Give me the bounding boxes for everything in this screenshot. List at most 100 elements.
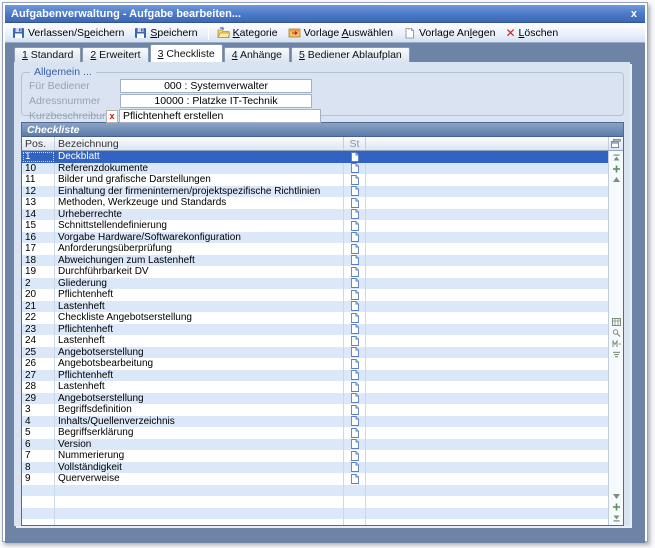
row-status (344, 485, 366, 497)
table-row[interactable]: 9 Querverweise (22, 473, 608, 485)
empty-row[interactable] (22, 485, 608, 497)
row-bezeichnung: Lastenheft (55, 381, 344, 393)
scroll-down-icon[interactable] (612, 492, 621, 500)
row-status (344, 197, 366, 209)
row-bezeichnung: Bilder und grafische Darstellungen (55, 174, 344, 186)
document-icon (351, 462, 359, 472)
empty-row[interactable] (22, 496, 608, 508)
row-pos: 7 (22, 450, 55, 462)
delete-button[interactable]: ✕ Löschen (502, 26, 563, 40)
row-pos: 25 (22, 347, 55, 359)
document-icon (351, 255, 359, 265)
row-pos (22, 485, 55, 497)
search-icon[interactable] (612, 329, 621, 337)
row-pos: 13 (22, 197, 55, 209)
document-icon (351, 244, 359, 254)
table-row[interactable]: 20 Pflichtenheft (22, 289, 608, 301)
scroll-up-icon[interactable] (612, 176, 621, 184)
table-row[interactable]: 28 Lastenheft (22, 381, 608, 393)
table-row[interactable]: 25 Angebotserstellung (22, 347, 608, 359)
row-pos: 5 (22, 427, 55, 439)
row-bezeichnung: Gliederung (55, 278, 344, 290)
empty-row[interactable] (22, 519, 608, 525)
table-row[interactable]: 11 Bilder und grafische Darstellungen (22, 174, 608, 186)
table-row[interactable]: 22 Checkliste Angebotserstellung (22, 312, 608, 324)
row-bezeichnung: Inhalts/Quellenverzeichnis (55, 416, 344, 428)
memo-icon[interactable] (612, 340, 621, 348)
table-row[interactable]: 29 Angebotserstellung (22, 393, 608, 405)
sort-icon[interactable] (612, 351, 621, 359)
table-row[interactable]: 21 Lastenheft (22, 301, 608, 313)
close-button[interactable]: x (631, 6, 637, 22)
table-row[interactable]: 2 Gliederung (22, 278, 608, 290)
row-status (344, 416, 366, 428)
kurzbeschreibung-field[interactable]: Pflichtenheft erstellen (119, 109, 321, 123)
table-row[interactable]: 8 Vollständigkeit (22, 462, 608, 474)
save-button[interactable]: Speichern (131, 26, 202, 40)
fuer-bediener-field[interactable]: 000 : Systemverwalter (120, 79, 312, 93)
document-icon (351, 313, 359, 323)
column-chooser-icon (611, 139, 621, 148)
row-pos: 27 (22, 370, 55, 382)
tab-bediener-ablaufplan[interactable]: 5 Bediener Ablaufplan (291, 47, 410, 62)
table-row[interactable]: 18 Abweichungen zum Lastenheft (22, 255, 608, 267)
table-row[interactable]: 4 Inhalts/Quellenverzeichnis (22, 416, 608, 428)
table-row[interactable]: 17 Anforderungsüberprüfung (22, 243, 608, 255)
row-pos: 4 (22, 416, 55, 428)
row-bezeichnung (55, 485, 344, 497)
tab-checkliste[interactable]: 3 Checkliste (150, 44, 223, 62)
table-row[interactable]: 14 Urheberrechte (22, 209, 608, 221)
table-row[interactable]: 12 Einhaltung der firmeninternen/projekt… (22, 186, 608, 198)
row-status (344, 255, 366, 267)
table-row[interactable]: 5 Begriffserklärung (22, 427, 608, 439)
tab-standard[interactable]: 1 Standard (14, 47, 81, 62)
table-row[interactable]: 13 Methoden, Werkzeuge und Standards (22, 197, 608, 209)
table-row[interactable]: 23 Pflichtenheft (22, 324, 608, 336)
insert-row-top-icon[interactable] (612, 165, 621, 173)
template-select-button[interactable]: Vorlage Auswählen (285, 26, 398, 40)
column-header-st[interactable]: St (344, 137, 366, 150)
table-row[interactable]: 19 Durchführbarkeit DV (22, 266, 608, 278)
row-status (344, 312, 366, 324)
table-row[interactable]: 1 Deckblatt (22, 151, 608, 163)
column-header-bezeichnung[interactable]: Bezeichnung (55, 137, 344, 150)
document-icon (351, 382, 359, 392)
scroll-last-icon[interactable] (612, 514, 621, 522)
document-icon (351, 232, 359, 242)
row-bezeichnung: Anforderungsüberprüfung (55, 243, 344, 255)
adressnummer-field[interactable]: 10000 : Platzke IT-Technik (120, 94, 312, 108)
table-row[interactable]: 15 Schnittstellendefinierung (22, 220, 608, 232)
tab-anhaenge[interactable]: 4 Anhänge (224, 47, 290, 62)
row-pos: 22 (22, 312, 55, 324)
adressnummer-label: Adressnummer (25, 95, 104, 107)
insert-row-bottom-icon[interactable] (612, 503, 621, 511)
column-header-pos[interactable]: Pos. (22, 137, 55, 150)
empty-row[interactable] (22, 508, 608, 520)
table-row[interactable]: 6 Version (22, 439, 608, 451)
scroll-first-icon[interactable] (612, 154, 621, 162)
column-chooser-cell[interactable] (608, 137, 623, 150)
row-pos (22, 508, 55, 520)
table-row[interactable]: 10 Referenzdokumente (22, 163, 608, 175)
strip-bottom-group (612, 492, 621, 522)
row-bezeichnung: Urheberrechte (55, 209, 344, 221)
table-row[interactable]: 24 Lastenheft (22, 335, 608, 347)
table-row[interactable]: 16 Vorgabe Hardware/Softwarekonfiguratio… (22, 232, 608, 244)
row-bezeichnung: Referenzdokumente (55, 163, 344, 175)
table-row[interactable]: 26 Angebotsbearbeitung (22, 358, 608, 370)
template-new-button[interactable]: Vorlage Anlegen (400, 26, 501, 40)
row-bezeichnung: Querverweise (55, 473, 344, 485)
checkliste-grid: Checkliste Pos. Bezeichnung St 1 Deckbla… (21, 122, 624, 526)
row-pos: 17 (22, 243, 55, 255)
row-bezeichnung: Lastenheft (55, 335, 344, 347)
table-row[interactable]: 3 Begriffsdefinition (22, 404, 608, 416)
table-row[interactable]: 7 Nummerierung (22, 450, 608, 462)
row-pos: 3 (22, 404, 55, 416)
grid-view-icon[interactable] (612, 318, 621, 326)
save-exit-button[interactable]: Verlassen/Speichern (9, 26, 129, 40)
save-exit-icon (12, 27, 25, 39)
table-row[interactable]: 27 Pflichtenheft (22, 370, 608, 382)
tab-erweitert[interactable]: 2 Erweitert (82, 47, 148, 62)
clear-field-icon[interactable]: x (106, 110, 118, 123)
category-button[interactable]: Kategorie (214, 26, 283, 40)
